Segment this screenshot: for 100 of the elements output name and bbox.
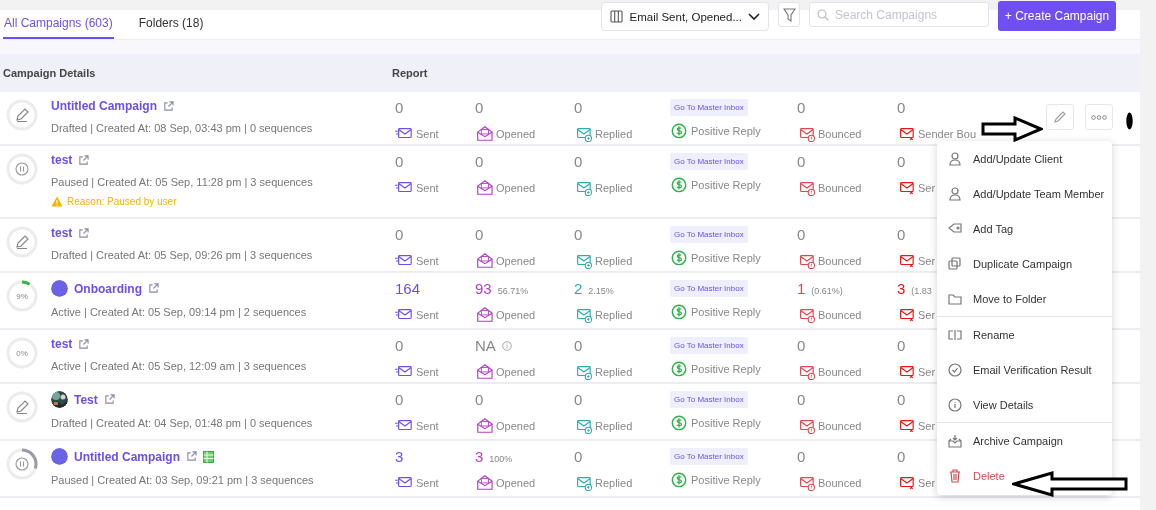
stat-value: 0 bbox=[574, 391, 583, 408]
menu-item[interactable]: Add Tag bbox=[937, 211, 1014, 246]
positive-icon bbox=[670, 122, 688, 139]
stat-label: Sent bbox=[416, 308, 439, 321]
campaign-meta: Paused | Created At: 05 Sep, 11:28 pm | 3 sequences bbox=[51, 176, 314, 188]
menu-item[interactable]: Delete bbox=[937, 458, 1005, 493]
opened-icon bbox=[475, 179, 493, 196]
campaign-name-link[interactable]: Untitled Campaign bbox=[51, 99, 157, 113]
opened-icon bbox=[475, 125, 493, 142]
campaign-name-link[interactable]: test bbox=[51, 153, 73, 167]
stat-label: Ser bbox=[918, 365, 936, 378]
master-inbox-button[interactable]: Go To Master Inbox bbox=[670, 391, 748, 408]
opened-icon bbox=[475, 252, 493, 269]
stat-value: 0 bbox=[897, 448, 906, 465]
menu-item[interactable]: Add/Update Team Member bbox=[937, 176, 1105, 211]
stat-label: Opened bbox=[496, 365, 536, 378]
stat-label: Positive Reply bbox=[691, 178, 761, 191]
stat-value: 0 bbox=[395, 153, 404, 170]
menu-item[interactable]: Move to Folder bbox=[937, 281, 1047, 316]
external-link-icon bbox=[78, 227, 90, 239]
search-field[interactable]: Search Campaigns bbox=[809, 2, 989, 27]
stat-value: 0 bbox=[475, 226, 484, 243]
person-icon bbox=[947, 185, 963, 202]
stat-percent: (1.83 bbox=[911, 286, 932, 296]
stat-label: Replied bbox=[595, 308, 633, 321]
stat-value: 0 bbox=[574, 99, 583, 116]
menu-item[interactable]: Archive Campaign bbox=[937, 423, 1063, 458]
opened-icon bbox=[475, 306, 493, 323]
stat-label: Sent bbox=[416, 254, 439, 267]
sender-bounced-icon bbox=[897, 306, 915, 323]
campaign-name-link[interactable]: Untitled Campaign bbox=[74, 449, 180, 464]
stat-label: Replied bbox=[595, 365, 633, 378]
campaign-name-link[interactable]: Test bbox=[74, 392, 98, 407]
filter-button[interactable] bbox=[778, 2, 800, 27]
stat-value: 0 bbox=[797, 391, 806, 408]
warning-icon bbox=[51, 196, 63, 207]
master-inbox-button[interactable]: Go To Master Inbox bbox=[670, 226, 748, 243]
menu-item[interactable]: Add/Update Client bbox=[937, 141, 1063, 176]
stat-value: 0 bbox=[395, 99, 404, 116]
stat-percent: 100% bbox=[489, 454, 513, 464]
positive-icon bbox=[670, 249, 688, 266]
campaign-name-link[interactable]: test bbox=[51, 337, 73, 351]
sender-bounced-icon bbox=[897, 125, 915, 142]
replied-icon bbox=[574, 252, 592, 269]
stat-percent: 56.71% bbox=[497, 286, 529, 296]
positive-icon bbox=[670, 303, 688, 320]
tab[interactable]: Folders (18) bbox=[137, 9, 205, 39]
stat-value: 0 bbox=[897, 153, 906, 170]
replied-icon bbox=[574, 474, 592, 491]
stat-label: Opened bbox=[496, 419, 536, 432]
sender-bounced-icon bbox=[897, 252, 915, 269]
stat-label: Bounced bbox=[818, 365, 862, 378]
menu-item[interactable]: View Details bbox=[937, 387, 1034, 422]
bounced-icon bbox=[797, 474, 815, 491]
columns-dropdown[interactable]: Email Sent, Opened... bbox=[601, 2, 769, 31]
create-campaign-button[interactable]: + Create Campaign bbox=[998, 1, 1116, 31]
external-link-icon bbox=[186, 451, 197, 462]
menu-item[interactable]: Duplicate Campaign bbox=[937, 246, 1073, 281]
master-inbox-button[interactable]: Go To Master Inbox bbox=[670, 448, 748, 465]
external-link-icon bbox=[103, 394, 115, 405]
more-icon bbox=[1091, 114, 1107, 120]
stat-value: 0 bbox=[797, 226, 806, 243]
stat-label: Positive Reply bbox=[691, 305, 761, 318]
stat-label: Positive Reply bbox=[691, 251, 761, 264]
column-header: Report bbox=[392, 67, 429, 79]
stat-label: Sent bbox=[416, 365, 439, 378]
stat-value: 0 bbox=[395, 226, 404, 243]
columns-icon bbox=[610, 10, 624, 23]
stat-value: 0 bbox=[897, 226, 906, 243]
master-inbox-button[interactable]: Go To Master Inbox bbox=[670, 337, 748, 354]
stat-value: 0 bbox=[897, 99, 906, 116]
master-inbox-button[interactable]: Go To Master Inbox bbox=[670, 99, 748, 116]
edit-button[interactable] bbox=[1046, 104, 1074, 130]
more-button[interactable] bbox=[1085, 104, 1113, 130]
column-header: Campaign Details bbox=[2, 67, 97, 79]
campaign-meta: Active | Created At: 05 Sep, 09:14 pm | 2 sequences bbox=[51, 306, 308, 318]
external-link-icon bbox=[163, 100, 174, 112]
stat-value: 2 bbox=[574, 280, 583, 297]
stat-label: Positive Reply bbox=[691, 473, 761, 486]
campaign-meta: Paused | Created At: 03 Sep, 09:21 pm | 3 sequences bbox=[51, 474, 315, 486]
master-inbox-button[interactable]: Go To Master Inbox bbox=[670, 280, 748, 297]
trash-icon bbox=[947, 467, 963, 484]
bounced-icon bbox=[797, 363, 815, 380]
positive-icon bbox=[670, 414, 688, 431]
bounced-icon bbox=[797, 417, 815, 434]
master-inbox-button[interactable]: Go To Master Inbox bbox=[670, 153, 748, 170]
opened-icon bbox=[475, 417, 493, 434]
campaign-name-link[interactable]: Onboarding bbox=[74, 281, 142, 296]
stat-percent: (0.61%) bbox=[811, 286, 843, 296]
menu-item[interactable]: Email Verification Result bbox=[937, 352, 1092, 387]
stat-label: Bounced bbox=[818, 127, 862, 140]
campaign-name-link[interactable]: test bbox=[51, 226, 73, 240]
opened-icon bbox=[475, 474, 493, 491]
stat-label: Ser bbox=[918, 419, 936, 432]
menu-item[interactable]: Rename bbox=[937, 317, 1015, 352]
status-ring bbox=[6, 153, 38, 185]
bounced-icon bbox=[797, 125, 815, 142]
replied-icon bbox=[574, 306, 592, 323]
filter-icon bbox=[782, 7, 796, 22]
pause-reason: Reason: Paused by user bbox=[67, 196, 177, 207]
